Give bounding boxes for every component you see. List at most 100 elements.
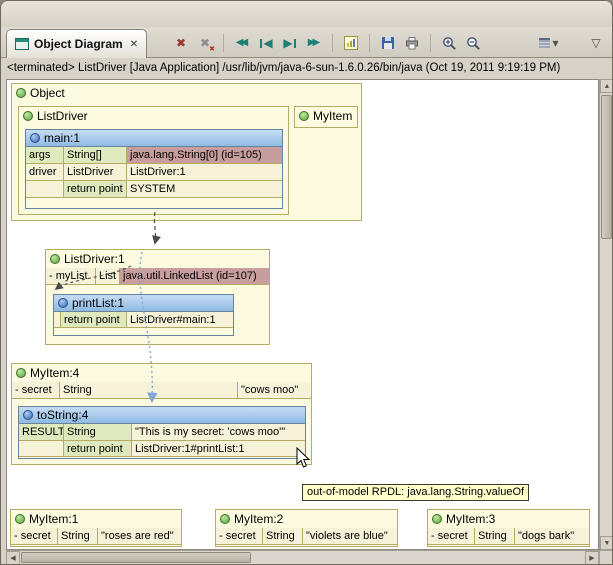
arrow-down-icon: ▼ bbox=[604, 540, 611, 547]
frame-footer bbox=[54, 328, 233, 333]
method-header: main:1 bbox=[26, 130, 282, 147]
class-box-object[interactable]: Object ListDriver main:1 args String[] bbox=[11, 83, 362, 221]
zoom-out-button[interactable] bbox=[461, 31, 485, 55]
cell-value: java.lang.String[0] (id=105) bbox=[127, 147, 282, 164]
box-header: ListDriver:1 bbox=[46, 250, 269, 268]
step-forward-button[interactable]: ▶ bbox=[278, 31, 302, 55]
field-row: - secret String "violets are blue" bbox=[216, 528, 397, 545]
method-title: toString:4 bbox=[37, 408, 88, 422]
table-row: args String[] java.lang.String[0] (id=10… bbox=[26, 147, 282, 164]
table-row: return point ListDriver#main:1 bbox=[54, 312, 233, 328]
toolbar-separator bbox=[332, 34, 333, 52]
zoom-in-icon bbox=[442, 36, 457, 51]
object-icon bbox=[50, 254, 60, 264]
cell-type: return point bbox=[61, 312, 127, 328]
field-row: - secret String "cows moo" bbox=[12, 382, 311, 399]
cell-type: String bbox=[475, 528, 515, 545]
cell-type: List bbox=[96, 268, 120, 285]
cell-value: SYSTEM bbox=[127, 181, 282, 198]
cell-name: RESULT bbox=[19, 424, 64, 441]
object-box-myitem-2[interactable]: MyItem:2 - secret String "violets are bl… bbox=[215, 509, 398, 547]
step-backward-button[interactable]: ◀ bbox=[254, 31, 278, 55]
terminate-button[interactable]: ✖ bbox=[169, 31, 193, 55]
class-box-myitem[interactable]: MyItem bbox=[294, 106, 358, 128]
object-box-myitem-4[interactable]: MyItem:4 - secret String "cows moo" toSt… bbox=[11, 363, 312, 465]
class-icon bbox=[16, 88, 26, 98]
scroll-right-button[interactable]: ▶ bbox=[585, 551, 599, 565]
method-box-tostring-4[interactable]: toString:4 RESULT String "This is my sec… bbox=[18, 406, 306, 459]
cell-value: ListDriver:1#printList:1 bbox=[132, 441, 305, 457]
chart-icon bbox=[344, 36, 358, 50]
step-forward-icon: ▶ bbox=[283, 37, 292, 49]
class-icon bbox=[23, 111, 33, 121]
object-box-listdriver-1[interactable]: ListDriver:1 - myList List java.util.Lin… bbox=[45, 249, 270, 345]
scroll-up-button[interactable]: ▲ bbox=[600, 79, 613, 93]
cell-type: return point bbox=[64, 441, 132, 457]
method-title: printList:1 bbox=[72, 296, 124, 310]
scroll-left-button[interactable]: ◀ bbox=[6, 551, 20, 565]
object-box-myitem-3[interactable]: MyItem:3 - secret String "dogs bark" bbox=[427, 509, 590, 547]
scroll-down-button[interactable]: ▼ bbox=[600, 536, 613, 550]
cell-name: args bbox=[26, 147, 64, 164]
field-row: - myList List java.util.LinkedList (id=1… bbox=[46, 268, 269, 285]
arrow-up-icon: ▲ bbox=[604, 83, 611, 90]
cell-value: "violets are blue" bbox=[303, 528, 397, 545]
box-header: Object bbox=[12, 84, 361, 102]
cell-name bbox=[54, 312, 61, 328]
cell-type: return point bbox=[64, 181, 127, 198]
cell-type: String[] bbox=[64, 147, 127, 164]
print-diagram-button[interactable] bbox=[400, 31, 424, 55]
cell-value: "This is my secret: 'cows moo'" bbox=[132, 424, 305, 441]
scrollbar-corner bbox=[599, 550, 613, 565]
box-header: MyItem:1 bbox=[11, 510, 181, 528]
object-icon bbox=[220, 514, 230, 524]
box-title: Object bbox=[30, 86, 65, 100]
save-diagram-button[interactable] bbox=[376, 31, 400, 55]
diagram-canvas[interactable]: Object ListDriver main:1 args String[] bbox=[6, 79, 599, 550]
method-box-printlist-1[interactable]: printList:1 return point ListDriver#main… bbox=[53, 294, 234, 336]
horizontal-scroll-thumb[interactable] bbox=[21, 552, 251, 563]
class-icon bbox=[299, 111, 309, 121]
draw-diagram-button[interactable] bbox=[339, 31, 363, 55]
tab-object-diagram[interactable]: Object Diagram ✕ bbox=[6, 29, 147, 58]
tooltip: out-of-model RPDL: java.lang.String.valu… bbox=[302, 484, 529, 501]
cell-name bbox=[19, 441, 64, 457]
run-forward-button[interactable]: ▶▶ bbox=[302, 31, 326, 55]
zoom-in-button[interactable] bbox=[437, 31, 461, 55]
cell-value: ListDriver:1 bbox=[127, 164, 282, 181]
cell-value: "roses are red" bbox=[98, 528, 181, 545]
object-box-myitem-1[interactable]: MyItem:1 - secret String "roses are red" bbox=[10, 509, 182, 547]
method-box-main-1[interactable]: main:1 args String[] java.lang.String[0]… bbox=[25, 129, 283, 209]
view-menu-icon: ▽ bbox=[591, 37, 600, 49]
terminate-icon: ✖ bbox=[176, 37, 186, 49]
cell-name: - secret bbox=[12, 382, 60, 399]
view-tab-bar: Object Diagram ✕ ✖ ✖ ✖ ◀◀ ◀ ▶ bbox=[1, 27, 612, 58]
view-menu-button[interactable]: ▽ bbox=[584, 31, 608, 55]
cell-value: "cows moo" bbox=[238, 382, 311, 399]
cell-type: String bbox=[60, 382, 238, 399]
list-dropdown-button[interactable]: ▾ bbox=[534, 31, 564, 55]
mini-x-icon: ✖ bbox=[209, 46, 215, 53]
run-backward-button[interactable]: ◀◀ bbox=[230, 31, 254, 55]
vertical-scroll-thumb[interactable] bbox=[601, 95, 612, 239]
cell-name: driver bbox=[26, 164, 64, 181]
class-box-listdriver[interactable]: ListDriver main:1 args String[] java.lan… bbox=[18, 106, 289, 215]
object-icon bbox=[15, 514, 25, 524]
vertical-scrollbar[interactable]: ▲ ▼ bbox=[599, 79, 613, 550]
horizontal-scrollbar[interactable]: ◀ ▶ bbox=[6, 550, 599, 564]
cell-type: String bbox=[263, 528, 303, 545]
method-header: printList:1 bbox=[54, 295, 233, 312]
box-title: MyItem:3 bbox=[446, 512, 495, 526]
save-icon bbox=[381, 36, 395, 50]
object-icon bbox=[16, 368, 26, 378]
cell-value: java.util.LinkedList (id=107) bbox=[120, 268, 269, 285]
box-header: MyItem:3 bbox=[428, 510, 589, 528]
box-header: MyItem:4 bbox=[12, 364, 311, 382]
method-icon bbox=[30, 133, 40, 143]
table-row: driver ListDriver ListDriver:1 bbox=[26, 164, 282, 181]
method-icon bbox=[23, 410, 33, 420]
tab-close-icon[interactable]: ✕ bbox=[130, 39, 138, 50]
printer-icon bbox=[405, 36, 419, 50]
remove-all-terminated-button[interactable]: ✖ ✖ bbox=[193, 31, 217, 55]
box-title: MyItem:4 bbox=[30, 366, 79, 380]
